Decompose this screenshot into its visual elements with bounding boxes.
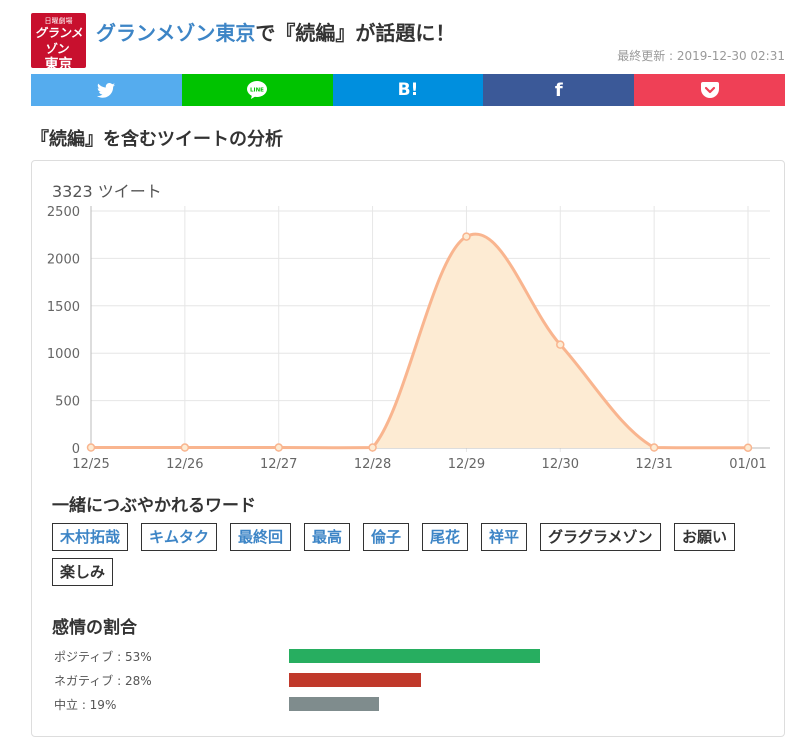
sentiment-label: 中立 : 19%: [54, 698, 117, 712]
tweet-volume-chart: 0 500 1000 1500 2000 2500 12/25 12/26 12/27 12/28…: [47, 205, 770, 472]
y-tick-label: 0: [72, 442, 80, 457]
y-tick-label: 2000: [47, 252, 80, 267]
data-point: [368, 443, 377, 452]
share-hatena-button[interactable]: B!: [332, 74, 484, 106]
sentiment-row: ネガティブ : 28%: [52, 670, 752, 690]
series-area: [91, 234, 748, 448]
data-point: [649, 443, 659, 452]
sentiment-title: 感情の割合: [52, 618, 137, 638]
word-tag[interactable]: 楽しみ: [52, 558, 114, 586]
hatena-icon: B!: [397, 80, 419, 100]
word-tag[interactable]: 最終回: [230, 523, 292, 551]
sentiment-bar: [289, 673, 421, 687]
y-tick-label: 1000: [47, 347, 80, 362]
related-words-title: 一緒につぶやかれるワード: [52, 496, 256, 516]
x-tick-label: 12/30: [542, 457, 579, 472]
twitter-icon: [97, 82, 116, 98]
x-tick-label: 12/27: [260, 457, 297, 472]
x-tick-label: 12/25: [72, 457, 109, 472]
word-tag[interactable]: 尾花: [422, 523, 469, 551]
sentiment-bar: [289, 649, 540, 663]
share-twitter-button[interactable]: [31, 74, 182, 106]
share-bar: LINE B! f: [31, 74, 785, 106]
logo-title: グランメゾン: [34, 26, 85, 56]
word-tag[interactable]: お願い: [674, 523, 736, 551]
word-tag[interactable]: 最高: [304, 523, 351, 551]
share-line-button[interactable]: LINE: [181, 74, 333, 106]
y-tick-label: 1500: [47, 300, 80, 315]
line-icon: LINE: [247, 81, 268, 99]
data-point: [180, 443, 190, 452]
share-facebook-button[interactable]: f: [483, 74, 635, 106]
sentiment-bar: [289, 697, 379, 711]
show-logo[interactable]: 日曜劇場 グランメゾン 東京: [31, 13, 86, 68]
y-tick-label: 2500: [47, 205, 80, 220]
analysis-panel: 3323 ツイート 0 500 1000 1500 2000 2500 12/25 12/26…: [31, 160, 785, 737]
x-tick-label: 12/31: [635, 457, 672, 472]
page-title-rest: で『続編』が話題に！: [255, 21, 456, 45]
sentiment-row: ポジティブ : 53%: [52, 646, 752, 666]
x-tick-label: 12/28: [354, 457, 391, 472]
pocket-icon: [700, 81, 719, 98]
sentiment-row: 中立 : 19%: [52, 694, 752, 714]
sentiment-label: ネガティブ : 28%: [54, 674, 152, 688]
data-point: [86, 443, 96, 452]
share-pocket-button[interactable]: [634, 74, 785, 106]
data-point: [743, 443, 753, 452]
word-tag[interactable]: グラグラメゾン: [540, 523, 661, 551]
show-title-link[interactable]: グランメゾン東京: [96, 21, 255, 45]
page-title: グランメゾン東京で『続編』が話題に！: [96, 17, 455, 46]
last-updated: 最終更新 : 2019-12-30 02:31: [617, 49, 785, 63]
sentiment-label: ポジティブ : 53%: [54, 650, 152, 664]
word-tag[interactable]: 祥平: [481, 523, 528, 551]
x-tick-label: 12/26: [166, 457, 203, 472]
x-tick-label: 12/29: [448, 457, 485, 472]
x-tick-label: 01/01: [729, 457, 766, 472]
analysis-section-title: 『続編』を含むツイートの分析: [31, 129, 283, 150]
word-tag[interactable]: 倫子: [363, 523, 410, 551]
header: 日曜劇場 グランメゾン 東京 グランメゾン東京で『続編』が話題に！ 最終更新 :…: [31, 13, 785, 69]
logo-subtitle: 日曜劇場: [44, 17, 73, 25]
word-tag[interactable]: キムタク: [141, 523, 218, 551]
data-point: [462, 232, 471, 241]
logo-title-2: 東京: [44, 57, 73, 68]
line-icon-text: LINE: [250, 88, 264, 94]
word-tag[interactable]: 木村拓哉: [52, 523, 129, 551]
data-point: [274, 443, 283, 452]
facebook-icon: f: [554, 79, 563, 101]
y-tick-label: 500: [55, 395, 80, 410]
data-point: [556, 340, 565, 349]
